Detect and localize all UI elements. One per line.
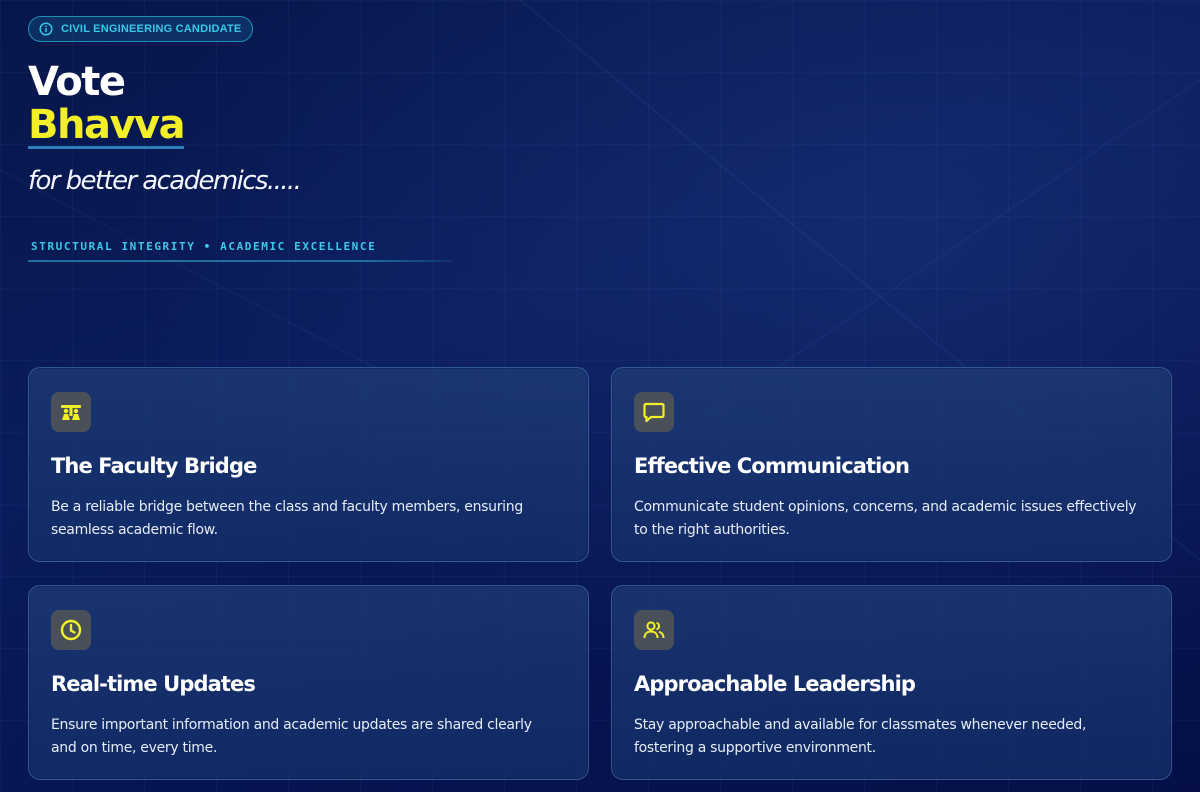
people-icon (634, 610, 674, 650)
info-icon (39, 22, 53, 36)
feature-card-realtime-updates: Real-time Updates Ensure important infor… (28, 585, 589, 780)
engineering-icon (51, 392, 91, 432)
clock-icon (51, 610, 91, 650)
subtitle: STRUCTURAL INTEGRITY • ACADEMIC EXCELLEN… (31, 240, 377, 253)
candidate-badge: CIVIL ENGINEERING CANDIDATE (28, 16, 254, 42)
feature-card-approachable-leadership: Approachable Leadership Stay approachabl… (611, 585, 1172, 780)
card-title: Effective Communication (634, 454, 910, 478)
hero-title: Vote Bhavva (28, 59, 186, 149)
subtitle-divider (28, 260, 452, 262)
hero-title-line1: Vote (28, 59, 126, 105)
card-description: Be a reliable bridge between the class a… (51, 499, 523, 538)
card-title: The Faculty Bridge (51, 454, 257, 478)
card-title: Real-time Updates (51, 672, 256, 696)
candidate-name: Bhavva (28, 102, 186, 149)
feature-card-faculty-bridge: The Faculty Bridge Be a reliable bridge … (28, 367, 589, 562)
card-description: Stay approachable and available for clas… (634, 717, 1087, 756)
feature-card-effective-communication: Effective Communication Communicate stud… (611, 367, 1172, 562)
card-description: Communicate student opinions, concerns, … (634, 499, 1137, 538)
tagline: for better academics..... (28, 166, 302, 196)
chat-bubble-icon (634, 392, 674, 432)
card-title: Approachable Leadership (634, 672, 916, 696)
card-description: Ensure important information and academi… (51, 717, 532, 756)
badge-label: CIVIL ENGINEERING CANDIDATE (61, 23, 242, 35)
